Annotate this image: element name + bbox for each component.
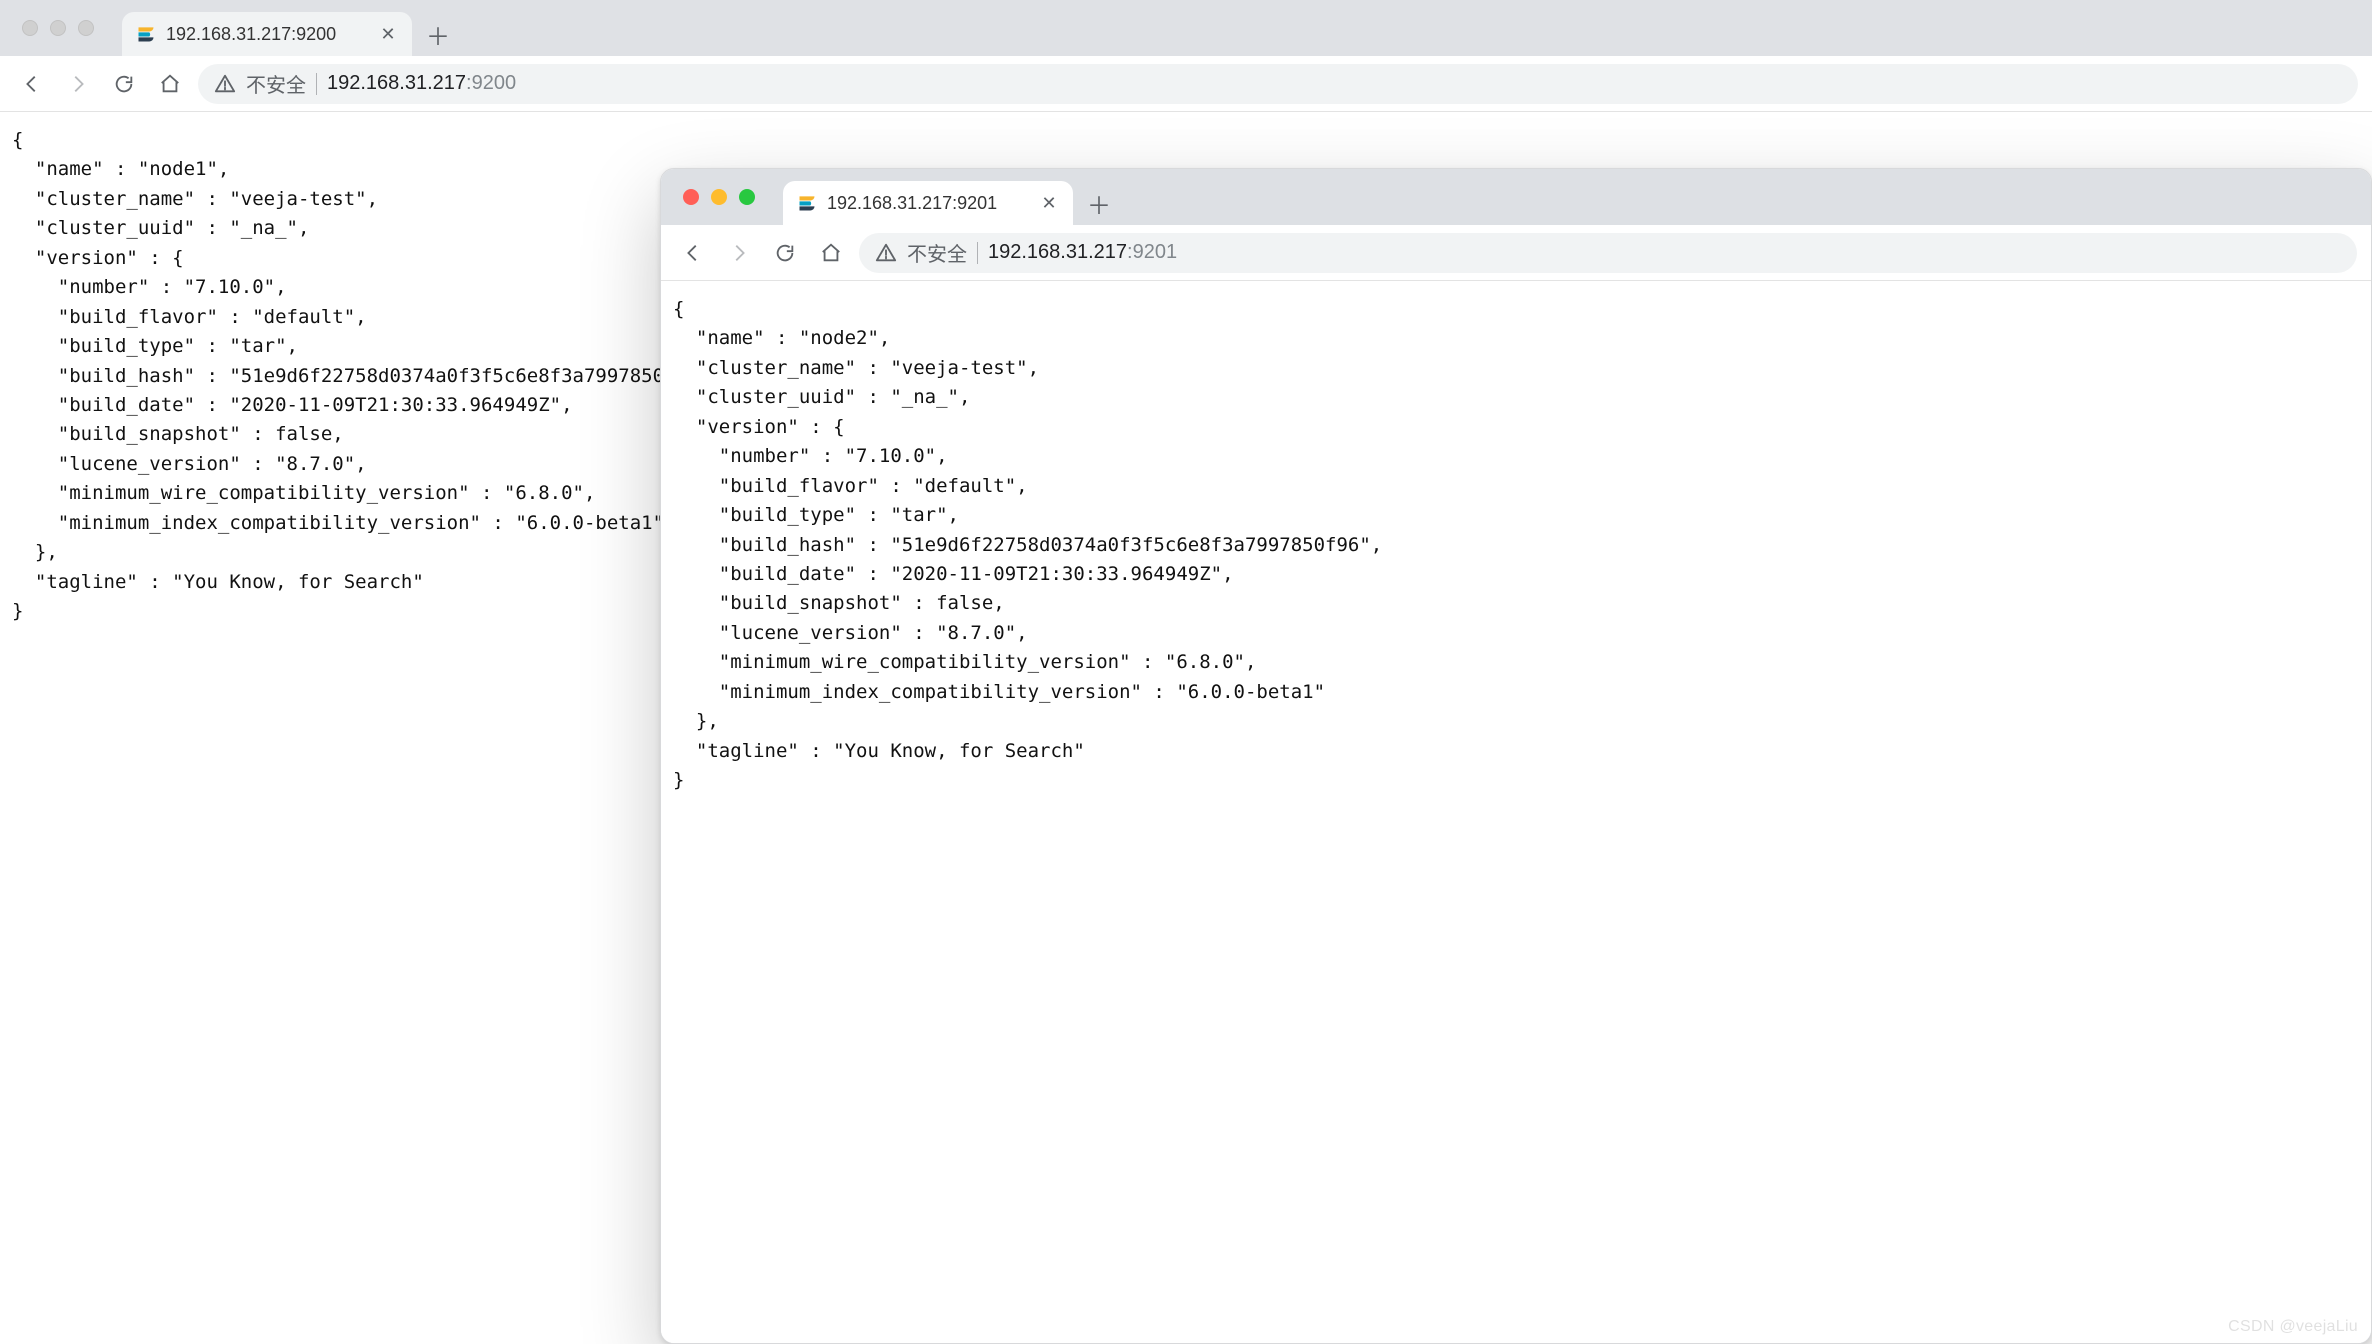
browser-tab[interactable]: 192.168.31.217:9201 ✕ (783, 181, 1073, 225)
url-host: 192.168.31.217 (988, 241, 1127, 263)
address-bar[interactable]: 不安全 192.168.31.217:9200 (198, 64, 2358, 104)
not-secure-label: 不安全 (907, 238, 967, 267)
window-minimize-button[interactable] (50, 20, 66, 36)
url-text: 192.168.31.217:9201 (988, 241, 1177, 264)
tab-title: 192.168.31.217:9201 (827, 193, 1029, 214)
address-bar[interactable]: 不安全 192.168.31.217:9201 (859, 233, 2357, 273)
url-port: :9200 (466, 72, 516, 94)
forward-button[interactable] (721, 235, 757, 271)
new-tab-button[interactable]: ＋ (420, 16, 456, 52)
watermark: CSDN @veejaLiu (2228, 1318, 2358, 1336)
not-secure-icon (214, 73, 236, 95)
divider (316, 73, 317, 95)
forward-button[interactable] (60, 66, 96, 102)
home-button[interactable] (152, 66, 188, 102)
elasticsearch-favicon-icon (136, 24, 156, 44)
browser-toolbar: 不安全 192.168.31.217:9200 (0, 56, 2372, 112)
page-body-json[interactable]: { "name" : "node2", "cluster_name" : "ve… (661, 281, 2371, 1343)
window-close-button[interactable] (22, 20, 38, 36)
window-traffic-lights (12, 0, 104, 56)
window-traffic-lights (673, 169, 765, 225)
tab-strip: 192.168.31.217:9201 ✕ ＋ (661, 169, 2371, 225)
divider (977, 242, 978, 264)
window-minimize-button[interactable] (711, 189, 727, 205)
window-close-button[interactable] (683, 189, 699, 205)
tab-strip: 192.168.31.217:9200 ✕ ＋ (0, 0, 2372, 56)
not-secure-label: 不安全 (246, 69, 306, 98)
url-text: 192.168.31.217:9200 (327, 72, 516, 95)
back-button[interactable] (675, 235, 711, 271)
url-port: :9201 (1127, 241, 1177, 263)
tab-close-button[interactable]: ✕ (1039, 193, 1059, 213)
url-host: 192.168.31.217 (327, 72, 466, 94)
window-maximize-button[interactable] (739, 189, 755, 205)
window-maximize-button[interactable] (78, 20, 94, 36)
reload-button[interactable] (767, 235, 803, 271)
back-button[interactable] (14, 66, 50, 102)
home-button[interactable] (813, 235, 849, 271)
browser-window-front: 192.168.31.217:9201 ✕ ＋ 不安全 192.168.31.2… (660, 168, 2372, 1344)
not-secure-icon (875, 242, 897, 264)
tab-title: 192.168.31.217:9200 (166, 24, 368, 45)
browser-tab[interactable]: 192.168.31.217:9200 ✕ (122, 12, 412, 56)
reload-button[interactable] (106, 66, 142, 102)
new-tab-button[interactable]: ＋ (1081, 185, 1117, 221)
browser-toolbar: 不安全 192.168.31.217:9201 (661, 225, 2371, 281)
elasticsearch-favicon-icon (797, 193, 817, 213)
tab-close-button[interactable]: ✕ (378, 24, 398, 44)
